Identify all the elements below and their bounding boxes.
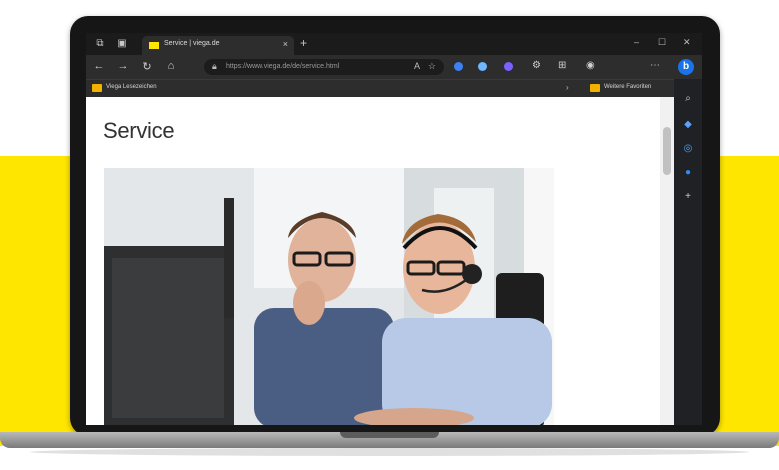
- home-icon[interactable]: ⌂: [164, 60, 178, 72]
- favorite-viega[interactable]: Viega Lesezeichen: [106, 84, 157, 90]
- back-icon[interactable]: ←: [92, 60, 106, 72]
- hero-image: [104, 168, 554, 425]
- tab-strip: ⧉ ▣ Service | viega.de × + – ☐ ✕: [86, 33, 702, 55]
- laptop-notch: [340, 432, 439, 438]
- chevron-right-icon[interactable]: ›: [566, 83, 569, 92]
- viega-favicon-icon: [149, 42, 159, 49]
- address-bar[interactable]: 🔒︎ https://www.viega.de/de/service.html …: [204, 59, 444, 75]
- tab-service[interactable]: Service | viega.de ×: [142, 36, 294, 55]
- extension-blue-icon[interactable]: [454, 62, 463, 71]
- new-tab-button[interactable]: +: [300, 36, 307, 50]
- page-scrollbar[interactable]: [660, 97, 674, 425]
- settings-menu-icon[interactable]: ⋯: [650, 60, 660, 71]
- tab-actions-icon[interactable]: ▣: [116, 38, 128, 50]
- favorites-bar: Viega Lesezeichen › Weitere Favoriten: [86, 79, 674, 97]
- forward-icon[interactable]: →: [116, 60, 130, 72]
- lock-icon: 🔒︎: [212, 61, 217, 71]
- url-text: https://www.viega.de/de/service.html: [226, 63, 340, 70]
- extension-light-icon[interactable]: [478, 62, 487, 71]
- folder-icon: [92, 84, 102, 92]
- minimize-icon[interactable]: –: [634, 37, 639, 47]
- browser-toolbar: ← → ↻ ⌂ 🔒︎ https://www.viega.de/de/servi…: [86, 55, 702, 79]
- add-icon[interactable]: +: [682, 191, 694, 203]
- search-icon[interactable]: ⌕: [682, 93, 694, 105]
- tools-icon[interactable]: ◎: [682, 143, 694, 155]
- other-favorites-folder-icon: [590, 84, 600, 92]
- read-aloud-icon[interactable]: A: [414, 61, 420, 71]
- page-title: Service: [103, 118, 175, 143]
- tab-close-icon[interactable]: ×: [283, 39, 288, 49]
- outlook-icon[interactable]: ●: [682, 167, 694, 179]
- tab-title: Service | viega.de: [164, 40, 220, 47]
- collections-icon[interactable]: ⊞: [558, 60, 566, 71]
- favorite-star-icon[interactable]: ☆: [428, 61, 436, 72]
- laptop-shadow: [30, 448, 749, 456]
- other-favorites[interactable]: Weitere Favoriten: [604, 84, 651, 90]
- service-team-photo: [104, 168, 554, 425]
- scrollbar-thumb[interactable]: [663, 127, 671, 175]
- browser-window: ⧉ ▣ Service | viega.de × + – ☐ ✕ ← → ↻ ⌂…: [86, 33, 702, 425]
- extension-purple-icon[interactable]: [504, 62, 513, 71]
- extensions-icon[interactable]: ⚙: [532, 60, 541, 71]
- web-page: Service: [86, 97, 674, 425]
- maximize-icon[interactable]: ☐: [658, 37, 666, 48]
- refresh-icon[interactable]: ↻: [140, 60, 154, 73]
- workspaces-icon[interactable]: ⧉: [94, 38, 106, 50]
- profile-icon[interactable]: ◉: [586, 60, 595, 71]
- shopping-icon[interactable]: ◆: [682, 119, 694, 131]
- bing-icon[interactable]: b: [678, 59, 694, 75]
- edge-sidebar: ⌕ ◆ ◎ ● +: [674, 79, 702, 425]
- close-window-icon[interactable]: ✕: [683, 37, 691, 48]
